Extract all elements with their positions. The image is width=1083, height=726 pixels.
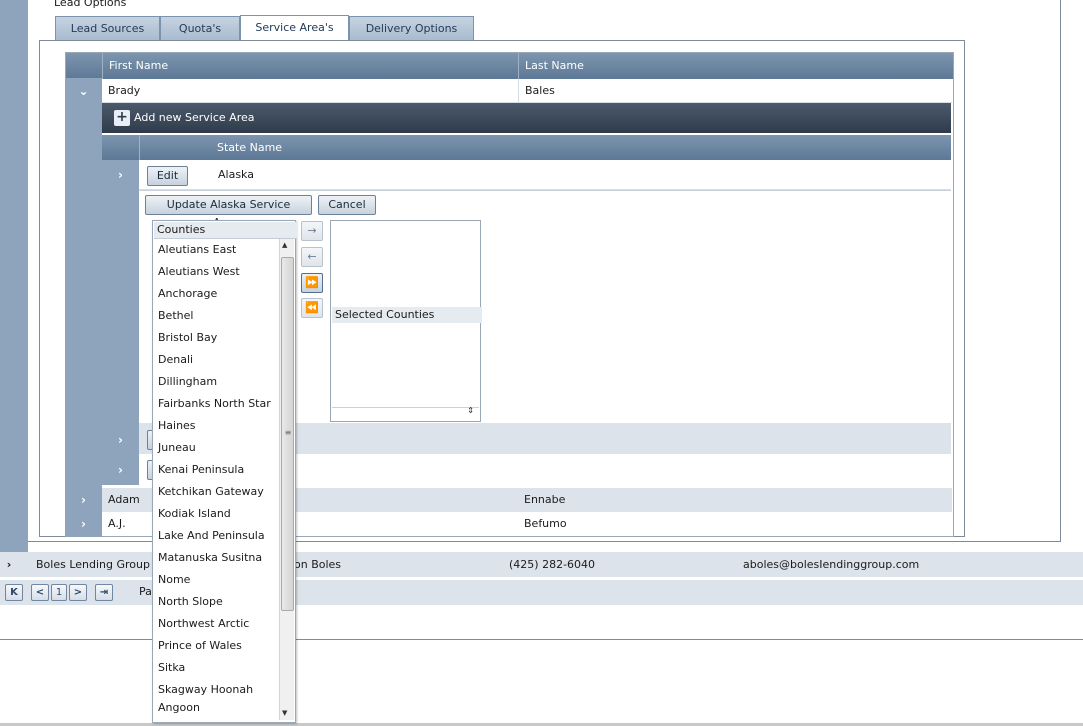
selected-counties-label: Selected Counties bbox=[332, 307, 482, 323]
county-list-item[interactable]: Aleutians West bbox=[158, 261, 240, 283]
county-list-item[interactable]: Fairbanks North Star bbox=[158, 393, 271, 415]
state-row bbox=[139, 160, 951, 190]
county-list-item[interactable]: Ketchikan Gateway bbox=[158, 481, 264, 503]
edit-button[interactable]: Edit bbox=[147, 166, 188, 186]
expand-row-icon[interactable]: › bbox=[102, 163, 139, 187]
move-all-left-icon[interactable]: ⏪ bbox=[301, 298, 323, 318]
tab-lead-sources[interactable]: Lead Sources bbox=[55, 16, 160, 40]
state-name-cell: Alaska bbox=[218, 168, 254, 181]
county-list-item[interactable]: Bristol Bay bbox=[158, 327, 217, 349]
county-list-item[interactable]: Lake And Peninsula bbox=[158, 525, 265, 547]
county-list-item[interactable]: Dillingham bbox=[158, 371, 217, 393]
county-list-item[interactable]: Kenai Peninsula bbox=[158, 459, 244, 481]
county-list-item[interactable]: North Slope bbox=[158, 591, 223, 613]
county-list-item[interactable]: Denali bbox=[158, 349, 193, 371]
phone: (425) 282-6040 bbox=[509, 558, 596, 571]
county-list-item[interactable]: Sitka bbox=[158, 657, 185, 679]
last-page-icon[interactable]: ⇥ bbox=[95, 584, 113, 601]
counties-scrollbar[interactable]: ▲ ≡ ▼ bbox=[279, 239, 294, 720]
collapse-row-icon[interactable]: ⌄ bbox=[65, 79, 102, 103]
expand-row-icon[interactable]: › bbox=[102, 458, 139, 482]
spinner-icon[interactable]: ⇕ bbox=[467, 406, 474, 415]
add-service-area-label: Add new Service Area bbox=[134, 111, 255, 124]
counties-list[interactable]: Counties Aleutians East Aleutians West Anc… bbox=[152, 220, 297, 723]
county-list-item[interactable]: Northwest Arctic bbox=[158, 613, 249, 635]
contact-name: on Boles bbox=[294, 558, 342, 571]
email: aboles@bolesIendinggroup.com bbox=[743, 558, 920, 571]
cell-last-name: Bales bbox=[518, 79, 952, 103]
scroll-up-icon[interactable]: ▲ bbox=[282, 241, 287, 249]
update-button[interactable]: Update Alaska Service Areas bbox=[145, 195, 312, 229]
move-left-icon[interactable]: ← bbox=[301, 247, 323, 267]
page-number[interactable]: 1 bbox=[51, 584, 67, 601]
tab-service-areas[interactable]: Service Area's bbox=[240, 15, 349, 40]
first-page-icon[interactable]: K bbox=[5, 584, 23, 601]
expand-row-icon[interactable]: › bbox=[65, 512, 102, 536]
scroll-down-icon[interactable]: ▼ bbox=[282, 709, 287, 717]
county-list-item[interactable]: Bethel bbox=[158, 305, 193, 327]
selected-counties-resize[interactable]: ⇕ bbox=[332, 406, 479, 420]
grid-header: First Name Last Name bbox=[66, 53, 953, 79]
county-list-item[interactable]: Juneau bbox=[158, 437, 196, 459]
grip-icon: ≡ bbox=[284, 428, 292, 437]
cell-last-name: Ennabe bbox=[524, 493, 566, 506]
move-right-icon[interactable]: → bbox=[301, 221, 323, 241]
add-service-area-button[interactable]: + Add new Service Area bbox=[102, 103, 951, 133]
move-all-right-icon[interactable]: ⏩ bbox=[301, 273, 323, 293]
next-page-icon[interactable]: > bbox=[69, 584, 87, 601]
expand-row-icon[interactable]: › bbox=[102, 428, 139, 452]
county-list-item[interactable]: Nome bbox=[158, 569, 190, 591]
county-list-item[interactable]: Angoon bbox=[158, 697, 200, 719]
counties-header: Counties bbox=[154, 222, 297, 239]
county-list-item[interactable]: Anchorage bbox=[158, 283, 217, 305]
column-header-last-name[interactable]: Last Name bbox=[518, 53, 960, 79]
cell-last-name: Befumo bbox=[524, 517, 567, 530]
prev-page-icon[interactable]: < bbox=[31, 584, 49, 601]
scroll-thumb[interactable]: ≡ bbox=[281, 257, 294, 611]
column-header-state-name[interactable]: State Name bbox=[217, 135, 282, 160]
tab-delivery-options[interactable]: Delivery Options bbox=[349, 16, 474, 40]
section-title: Lead Options bbox=[54, 0, 127, 9]
expand-row-icon[interactable]: › bbox=[65, 488, 102, 512]
selected-counties-list[interactable]: Selected Counties ⇕ bbox=[330, 220, 482, 422]
county-list-item[interactable]: Haines bbox=[158, 415, 196, 437]
plus-icon: + bbox=[114, 110, 130, 126]
column-header-first-name[interactable]: First Name bbox=[102, 53, 525, 79]
county-list-item[interactable]: Prince of Wales bbox=[158, 635, 242, 657]
cancel-button[interactable]: Cancel bbox=[318, 195, 376, 215]
county-list-item[interactable]: Aleutians East bbox=[158, 239, 236, 261]
company-name: Boles Lending Group bbox=[36, 558, 150, 571]
county-list-item[interactable]: Matanuska Susitna bbox=[158, 547, 262, 569]
expand-row-icon[interactable]: › bbox=[0, 552, 18, 577]
county-list-item[interactable]: Kodiak Island bbox=[158, 503, 231, 525]
state-grid-header: State Name bbox=[102, 135, 951, 160]
grid-indent-column bbox=[65, 78, 102, 537]
cell-first-name: Brady bbox=[102, 79, 518, 103]
page-label: Pa bbox=[139, 585, 152, 598]
tab-quotas[interactable]: Quota's bbox=[160, 16, 240, 40]
left-rail bbox=[0, 0, 28, 552]
